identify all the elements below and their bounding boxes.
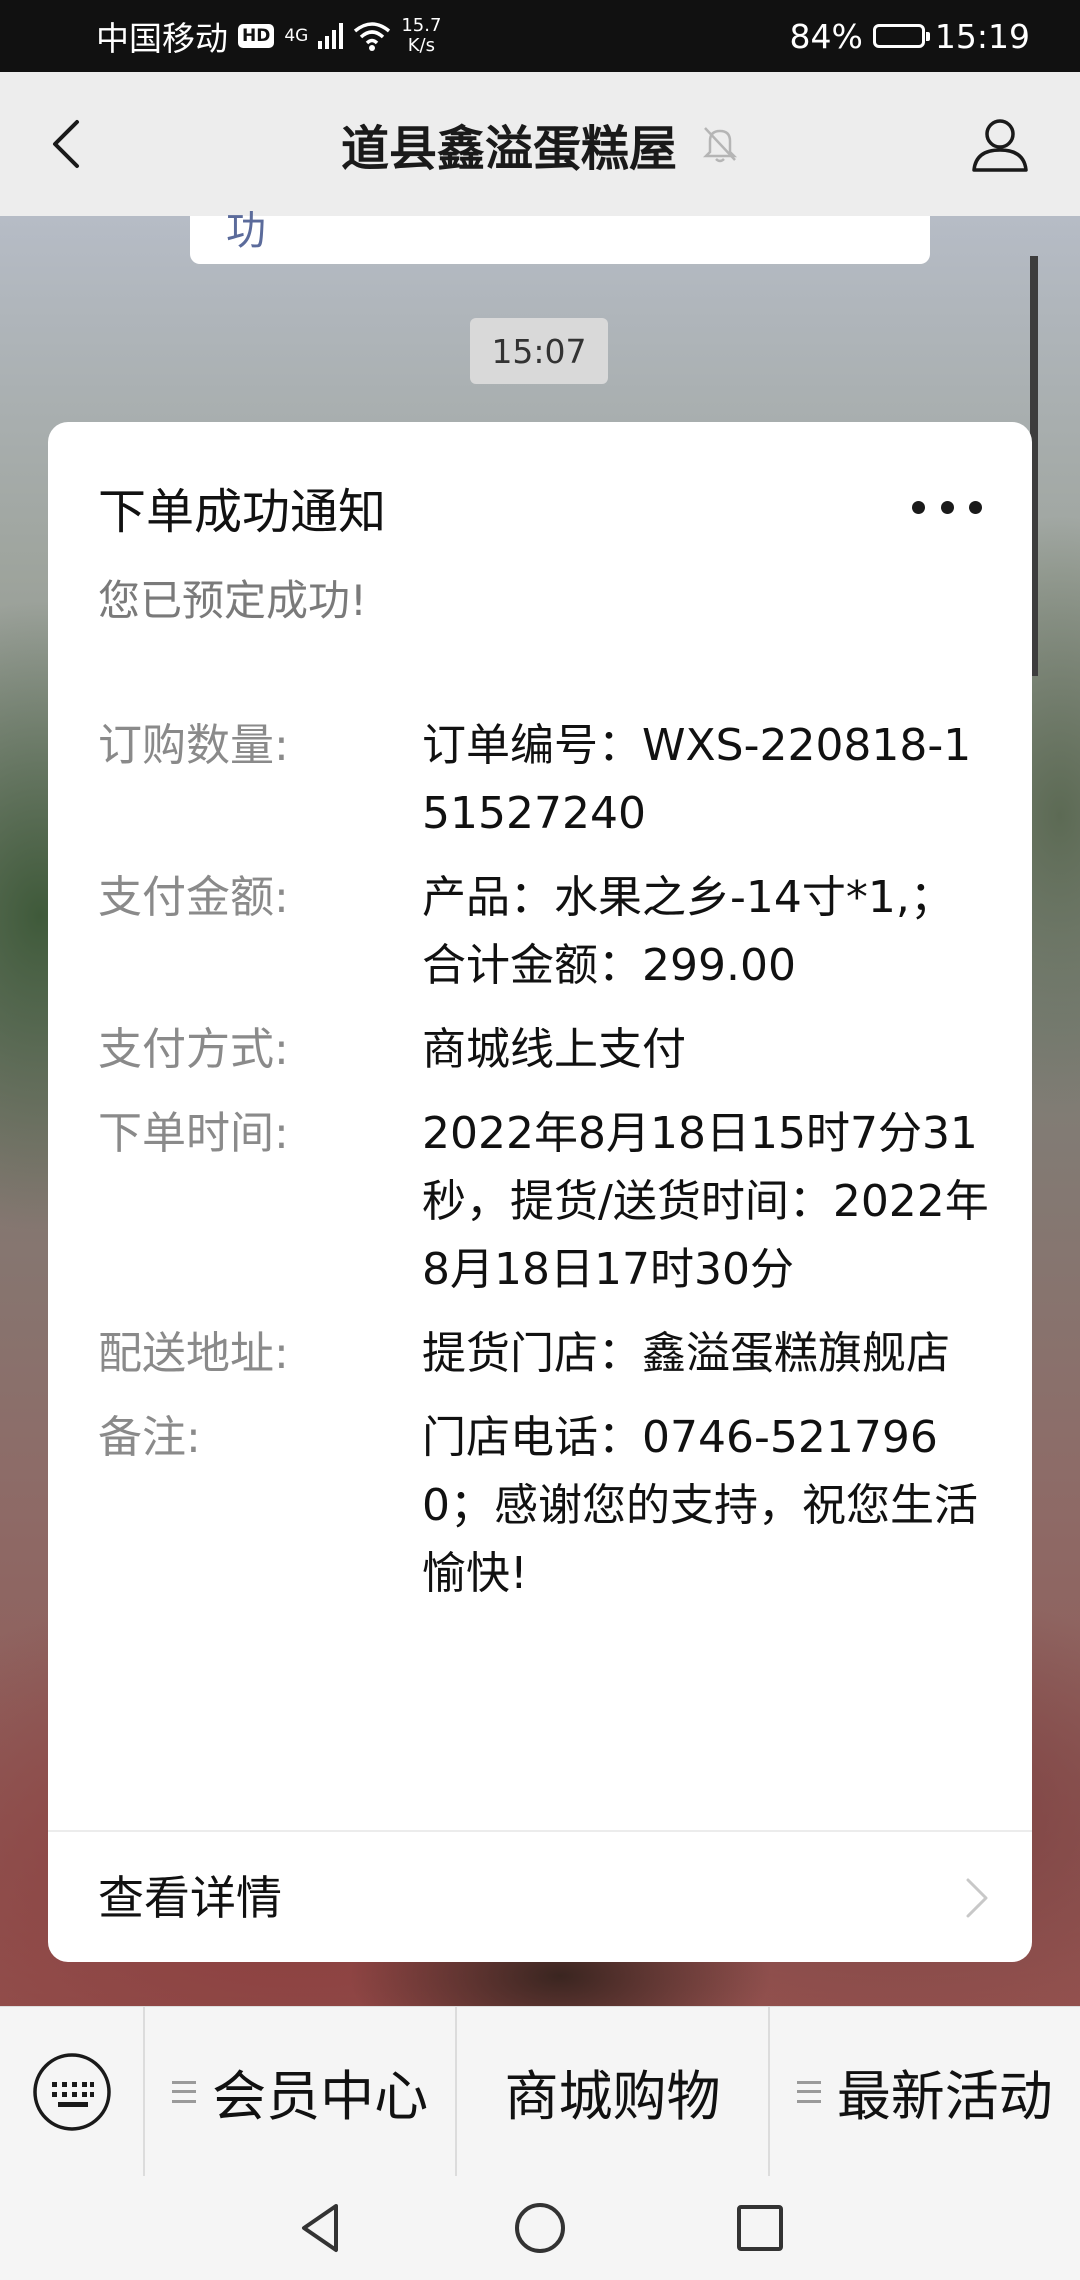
keyboard-toggle-button[interactable] bbox=[0, 2006, 145, 2177]
chat-title-wrap: 道县鑫溢蛋糕屋 bbox=[341, 109, 739, 179]
menu-item-member-center[interactable]: 会员中心 bbox=[145, 2006, 458, 2177]
more-options-button[interactable] bbox=[912, 492, 982, 522]
circle-home-icon bbox=[515, 2203, 565, 2253]
chat-profile-button[interactable] bbox=[968, 112, 1032, 176]
field-value: 门店电话：0746-5217960；感谢您的支持，祝您生活愉快! bbox=[422, 1412, 978, 1599]
submenu-icon bbox=[172, 2080, 197, 2103]
signal-icon bbox=[318, 23, 344, 49]
status-bar: 中国移动 HD 4G 15.7 K/s 84% 15:19 bbox=[0, 0, 1080, 72]
bell-muted-icon bbox=[702, 127, 738, 163]
menu-item-latest-events[interactable]: 最新活动 bbox=[770, 2007, 1080, 2177]
field-label: 配送地址: bbox=[98, 1328, 289, 1379]
field-row: 备注: 门店电话：0746-5217960；感谢您的支持，祝您生活愉快! bbox=[98, 1404, 1028, 1608]
field-label: 支付方式: bbox=[98, 1024, 289, 1075]
previous-message-bubble[interactable]: 功 bbox=[190, 208, 930, 264]
person-icon bbox=[972, 119, 1028, 172]
field-label: 订购数量: bbox=[98, 720, 289, 771]
more-dot bbox=[969, 500, 982, 514]
submenu-icon bbox=[796, 2080, 821, 2103]
card-title: 下单成功通知 bbox=[98, 484, 387, 540]
network-speed: 15.7 K/s bbox=[401, 16, 441, 56]
field-label: 下单时间: bbox=[98, 1108, 289, 1159]
field-label: 备注: bbox=[98, 1412, 201, 1463]
clock: 15:19 bbox=[934, 16, 1030, 56]
menu-item-label: 商城购物 bbox=[504, 2065, 721, 2128]
triangle-back-icon bbox=[302, 2204, 338, 2252]
menu-item-label: 会员中心 bbox=[212, 2065, 429, 2128]
field-row: 下单时间: 2022年8月18日15时7分31秒，提货/送货时间：2022年8月… bbox=[98, 1100, 1028, 1304]
field-row: 订购数量: 订单编号：WXS-220818-151527240 bbox=[98, 712, 1028, 848]
system-back-button[interactable] bbox=[290, 2198, 350, 2258]
chat-header: 道县鑫溢蛋糕屋 bbox=[0, 72, 1080, 216]
field-value: 商城线上支付 bbox=[422, 1024, 686, 1075]
field-value: 产品：水果之乡-14寸*1,；合计金额：299.00 bbox=[422, 872, 954, 991]
battery-percent: 84% bbox=[789, 16, 863, 56]
network-type: 4G bbox=[284, 25, 309, 46]
battery-icon bbox=[872, 24, 930, 48]
hd-badge: HD bbox=[238, 24, 275, 48]
more-dot bbox=[912, 500, 925, 514]
system-recents-button[interactable] bbox=[730, 2198, 790, 2258]
system-navigation-bar bbox=[0, 2176, 1080, 2280]
back-button[interactable] bbox=[36, 114, 96, 174]
chevron-left-icon bbox=[53, 120, 79, 168]
keyboard-icon bbox=[32, 2052, 111, 2131]
wifi-icon bbox=[354, 22, 391, 51]
card-subtitle: 您已预定成功! bbox=[98, 576, 367, 625]
previous-message-text: 功 bbox=[226, 208, 266, 254]
status-bar-right: 84% 15:19 bbox=[790, 17, 1030, 56]
message-timestamp: 15:07 bbox=[470, 318, 608, 384]
field-value: 2022年8月18日15时7分31秒，提货/送货时间：2022年8月18日17时… bbox=[422, 1108, 989, 1295]
more-dot bbox=[940, 500, 954, 514]
field-row: 支付金额: 产品：水果之乡-14寸*1,；合计金额：299.00 bbox=[98, 864, 1028, 1000]
menu-item-mall-shopping[interactable]: 商城购物 bbox=[457, 2006, 770, 2177]
status-bar-left: 中国移动 HD 4G 15.7 K/s bbox=[96, 12, 441, 60]
field-label: 支付金额: bbox=[98, 872, 289, 923]
view-details-link[interactable]: 查看详情 bbox=[48, 1832, 1032, 1962]
order-fields: 订购数量: 订单编号：WXS-220818-151527240 支付金额: 产品… bbox=[98, 712, 1028, 1624]
view-details-label: 查看详情 bbox=[98, 1871, 282, 1925]
field-row: 配送地址: 提货门店：鑫溢蛋糕旗舰店 bbox=[98, 1320, 1028, 1388]
field-value: 提货门店：鑫溢蛋糕旗舰店 bbox=[422, 1328, 950, 1379]
official-account-menu: 会员中心 商城购物 最新活动 bbox=[0, 2006, 1080, 2177]
carrier-name: 中国移动 bbox=[96, 19, 228, 58]
field-row: 支付方式: 商城线上支付 bbox=[98, 1016, 1028, 1084]
square-recents-icon bbox=[737, 2205, 783, 2251]
menu-item-label: 最新活动 bbox=[836, 2065, 1053, 2128]
speed-unit: K/s bbox=[407, 35, 435, 56]
system-home-button[interactable] bbox=[510, 2198, 570, 2258]
field-value: 订单编号：WXS-220818-151527240 bbox=[422, 720, 972, 839]
speed-value: 15.7 bbox=[401, 15, 442, 36]
chevron-right-icon bbox=[966, 1878, 988, 1918]
chat-title: 道县鑫溢蛋糕屋 bbox=[340, 121, 677, 177]
order-notification-card[interactable]: 下单成功通知 您已预定成功! 订购数量: 订单编号：WXS-220818-151… bbox=[48, 422, 1032, 1962]
